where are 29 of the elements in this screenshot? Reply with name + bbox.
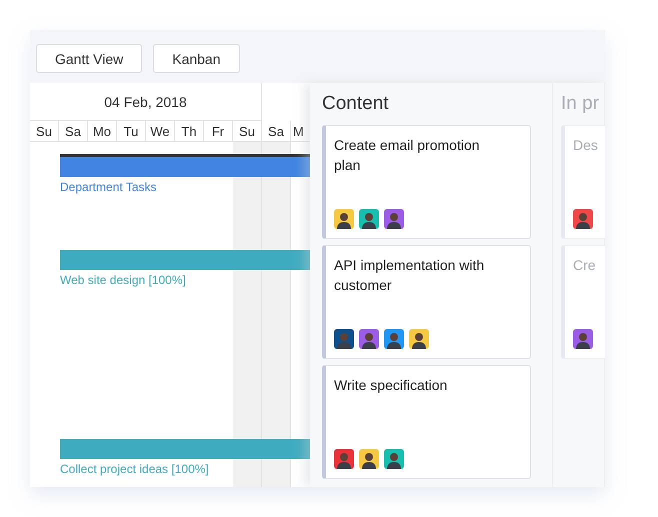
day-header: Sa	[59, 121, 88, 141]
card-title: Cre	[573, 256, 597, 275]
column-title: In pr	[561, 93, 600, 115]
day-header: M	[292, 122, 305, 140]
task-card[interactable]: Write specification	[322, 365, 531, 479]
task-card[interactable]: API implementation with customer	[322, 245, 531, 359]
day-header: Tu	[117, 121, 146, 141]
column-title: Content	[322, 93, 390, 115]
card-title: Des	[573, 136, 599, 155]
task-bar[interactable]	[60, 250, 310, 270]
view-button[interactable]: Kanban	[153, 44, 240, 73]
card-title: API implementation with customer	[334, 256, 486, 295]
day-header: We	[146, 121, 175, 141]
card-title: Write specification	[334, 376, 448, 395]
day-header: Fr	[204, 121, 233, 141]
day-header: Th	[175, 121, 204, 141]
day-header: Su	[30, 121, 59, 141]
day-header: Mo	[88, 121, 117, 141]
day-header: Sa	[262, 121, 291, 141]
task-label: Department Tasks	[60, 180, 158, 194]
task-card[interactable]: Create email promotion plan	[322, 125, 531, 239]
task-label: Web site design [100%]	[60, 273, 187, 287]
task-label: Collect project ideas [100%]	[60, 462, 210, 476]
project-bar[interactable]	[60, 154, 310, 177]
view-button[interactable]: Gantt View	[36, 44, 142, 73]
date-header: 04 Feb, 2018	[30, 83, 262, 121]
card-title: Create email promotion plan	[334, 136, 481, 175]
task-bar[interactable]	[60, 439, 310, 459]
day-header: Su	[233, 121, 262, 141]
